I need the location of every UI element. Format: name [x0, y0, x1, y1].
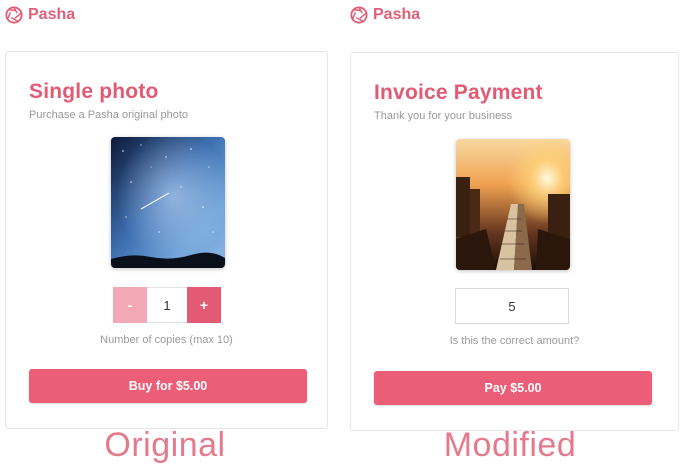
original-caption: Original — [104, 426, 226, 464]
invoice-card: Invoice Payment Thank you for your busin… — [350, 52, 679, 431]
card-subtitle: Thank you for your business — [374, 110, 513, 122]
modified-panel: Pasha Invoice Payment Thank you for your… — [345, 0, 679, 472]
purchase-card: Single photo Purchase a Pasha original p… — [5, 51, 328, 429]
quantity-stepper: - + — [113, 287, 221, 323]
amount-input[interactable] — [455, 288, 569, 324]
buy-button[interactable]: Buy for $5.00 — [29, 369, 307, 403]
brand[interactable]: Pasha — [5, 5, 75, 25]
original-panel: Pasha Single photo Purchase a Pasha orig… — [0, 0, 330, 472]
increment-button[interactable]: + — [187, 287, 221, 323]
pay-button[interactable]: Pay $5.00 — [374, 371, 652, 405]
aperture-logo-icon — [5, 6, 23, 24]
product-photo — [456, 139, 570, 270]
card-title: Single photo — [29, 80, 159, 103]
brand[interactable]: Pasha — [350, 5, 420, 25]
card-title: Invoice Payment — [374, 81, 543, 104]
quantity-hint: Number of copies (max 10) — [100, 334, 233, 346]
brand-name: Pasha — [28, 6, 76, 23]
product-photo — [111, 137, 225, 268]
decrement-button[interactable]: - — [113, 287, 147, 323]
modified-caption: Modified — [443, 426, 577, 464]
aperture-logo-icon — [350, 6, 368, 24]
card-subtitle: Purchase a Pasha original photo — [29, 109, 188, 121]
brand-name: Pasha — [373, 6, 421, 23]
amount-hint: Is this the correct amount? — [449, 335, 580, 347]
quantity-input[interactable] — [147, 287, 187, 323]
